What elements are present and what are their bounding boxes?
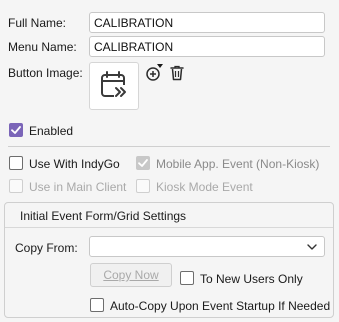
chevron-down-icon xyxy=(307,244,317,250)
enabled-label: Enabled xyxy=(29,124,74,138)
use-in-main-client-label: Use in Main Client xyxy=(29,180,127,194)
button-image-preview[interactable] xyxy=(89,62,139,110)
menu-name-input[interactable]: CALIBRATION xyxy=(89,36,325,57)
auto-copy-checkbox[interactable] xyxy=(90,298,104,312)
checkmark-icon xyxy=(11,126,21,134)
use-with-indygo-checkbox[interactable] xyxy=(9,156,23,170)
mobile-event-label: Mobile App. Event (Non-Kiosk) xyxy=(156,157,320,171)
calendar-forward-icon xyxy=(101,71,128,99)
to-new-users-label: To New Users Only xyxy=(200,272,303,286)
button-image-label: Button Image: xyxy=(8,66,83,80)
auto-copy-label: Auto-Copy Upon Event Startup If Needed xyxy=(110,299,331,313)
section-divider xyxy=(8,146,330,147)
delete-image-button[interactable] xyxy=(169,64,185,82)
kiosk-mode-checkbox[interactable] xyxy=(136,179,150,193)
add-circle-icon xyxy=(146,64,163,81)
trash-icon xyxy=(170,65,184,81)
copy-now-button[interactable]: Copy Now xyxy=(90,263,172,287)
to-new-users-checkbox[interactable] xyxy=(180,271,194,285)
group-title: Initial Event Form/Grid Settings xyxy=(20,209,187,223)
copy-from-select[interactable] xyxy=(89,236,325,257)
add-image-button[interactable] xyxy=(145,62,165,82)
enabled-checkbox[interactable] xyxy=(9,123,23,137)
checkmark-icon xyxy=(138,159,148,167)
full-name-input[interactable]: CALIBRATION xyxy=(89,12,325,33)
mobile-event-checkbox[interactable] xyxy=(136,156,150,170)
kiosk-mode-label: Kiosk Mode Event xyxy=(156,180,253,194)
use-in-main-client-checkbox[interactable] xyxy=(9,179,23,193)
full-name-label: Full Name: xyxy=(8,16,67,30)
copy-from-label: Copy From: xyxy=(15,241,78,255)
use-with-indygo-label: Use With IndyGo xyxy=(29,157,120,171)
menu-name-label: Menu Name: xyxy=(8,40,77,54)
